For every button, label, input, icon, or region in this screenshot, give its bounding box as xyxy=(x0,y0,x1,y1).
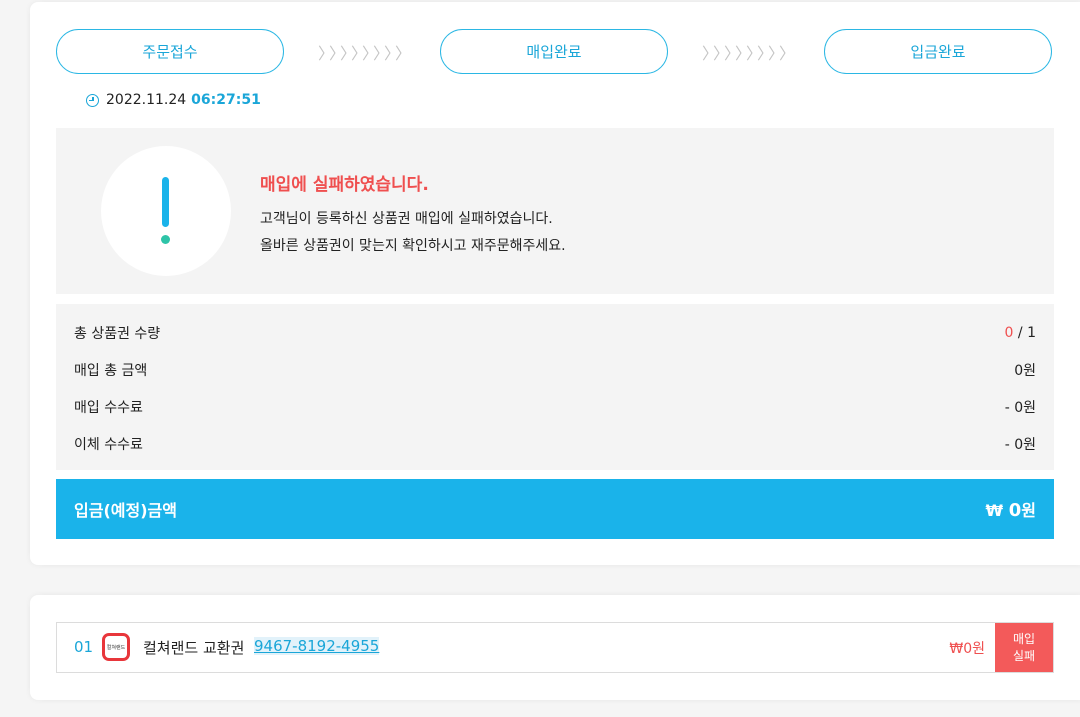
chevron-right-icon: 〉 xyxy=(351,44,368,63)
quantity-total: / 1 xyxy=(1013,325,1036,341)
chevron-right-icon: 〉 xyxy=(373,44,390,63)
deposit-amount-number: 0 xyxy=(1008,500,1022,521)
chevron-right-icon: 〉 xyxy=(395,44,412,63)
voucher-list-card: 01 컬쳐랜드 컬쳐랜드 교환권 9467-8192-4955 ₩0원 매입 실… xyxy=(30,595,1080,700)
summary-value: - 0원 xyxy=(1004,437,1036,453)
order-status-card: 주문접수 〉 〉 〉 〉 〉 〉 〉 〉 매입완료 〉 〉 〉 〉 〉 〉 〉 … xyxy=(30,2,1080,565)
chevron-right-icon: 〉 xyxy=(702,44,719,63)
chevron-right-icon: 〉 xyxy=(713,44,730,63)
order-date: 2022.11.24 xyxy=(106,92,187,108)
chevron-right-icon: 〉 xyxy=(735,44,752,63)
purchase-summary: 총 상품권 수량 0 / 1 매입 총 금액 0원 매입 수수료 - 0원 이체… xyxy=(56,304,1054,470)
summary-row-quantity: 총 상품권 수량 0 / 1 xyxy=(74,322,1036,344)
deposit-amount-bar: 입금(예정)금액 ₩ 0원 xyxy=(56,479,1054,539)
logo-text: 컬쳐랜드 xyxy=(106,644,126,651)
notice-title: 매입에 실패하였습니다. xyxy=(260,175,429,195)
status-line-2: 실패 xyxy=(1012,648,1036,663)
summary-value: 0 / 1 xyxy=(1005,325,1036,341)
exclamation-dot xyxy=(161,235,170,244)
cultureland-logo-icon: 컬쳐랜드 xyxy=(102,633,130,661)
chevron-right-icon: 〉 xyxy=(746,44,763,63)
summary-row-transfer-fee: 이체 수수료 - 0원 xyxy=(74,433,1036,455)
summary-label: 매입 수수료 xyxy=(74,400,143,416)
voucher-row: 01 컬쳐랜드 컬쳐랜드 교환권 9467-8192-4955 ₩0원 매입 실… xyxy=(56,622,1054,673)
deposit-amount-value: ₩ 0원 xyxy=(986,497,1037,521)
chevron-right-icon: 〉 xyxy=(384,44,401,63)
notice-message-1: 고객님이 등록하신 상품권 매입에 실패하였습니다. xyxy=(260,211,553,227)
status-line-1: 매입 xyxy=(1012,631,1036,646)
chevron-right-icon: 〉 xyxy=(329,44,346,63)
deposit-amount-unit: 원 xyxy=(1021,501,1036,520)
failure-notice: 매입에 실패하였습니다. 고객님이 등록하신 상품권 매입에 실패하였습니다. … xyxy=(56,128,1054,294)
order-time: 06:27:51 xyxy=(191,92,261,108)
step-arrows-2: 〉 〉 〉 〉 〉 〉 〉 〉 xyxy=(702,39,796,65)
voucher-name: 컬쳐랜드 교환권 xyxy=(143,639,245,657)
chevron-right-icon: 〉 xyxy=(318,44,335,63)
chevron-right-icon: 〉 xyxy=(724,44,741,63)
summary-value: 0원 xyxy=(1014,363,1036,379)
summary-row-purchase-fee: 매입 수수료 - 0원 xyxy=(74,396,1036,418)
step-deposit-complete: 입금완료 xyxy=(824,29,1052,74)
progress-steps: 주문접수 〉 〉 〉 〉 〉 〉 〉 〉 매입완료 〉 〉 〉 〉 〉 〉 〉 … xyxy=(56,29,1056,77)
chevron-right-icon: 〉 xyxy=(768,44,785,63)
chevron-right-icon: 〉 xyxy=(362,44,379,63)
voucher-number: 01 xyxy=(74,638,94,656)
voucher-price: ₩0원 xyxy=(949,641,985,657)
deposit-amount-label: 입금(예정)금액 xyxy=(74,501,177,520)
step-purchase-complete: 매입완료 xyxy=(440,29,668,74)
step-arrows-1: 〉 〉 〉 〉 〉 〉 〉 〉 xyxy=(318,39,412,65)
clock-icon xyxy=(86,93,99,107)
notice-message-2: 올바른 상품권이 맞는지 확인하시고 재주문해주세요. xyxy=(260,238,566,254)
summary-label: 총 상품권 수량 xyxy=(74,326,161,342)
chevron-right-icon: 〉 xyxy=(779,44,796,63)
chevron-right-icon: 〉 xyxy=(757,44,774,63)
summary-value: - 0원 xyxy=(1004,400,1036,416)
chevron-right-icon: 〉 xyxy=(340,44,357,63)
summary-label: 매입 총 금액 xyxy=(74,363,148,379)
order-datetime: 2022.11.24 06:27:51 xyxy=(86,92,261,108)
summary-label: 이체 수수료 xyxy=(74,437,143,453)
summary-row-total-amount: 매입 총 금액 0원 xyxy=(74,359,1036,381)
status-badge: 매입 실패 xyxy=(995,623,1053,672)
voucher-pin-code[interactable]: 9467-8192-4955 xyxy=(254,637,380,655)
exclamation-bar xyxy=(162,177,169,227)
currency-symbol: ₩ xyxy=(985,501,1004,520)
step-order-received: 주문접수 xyxy=(56,29,284,74)
exclamation-icon xyxy=(101,146,231,276)
